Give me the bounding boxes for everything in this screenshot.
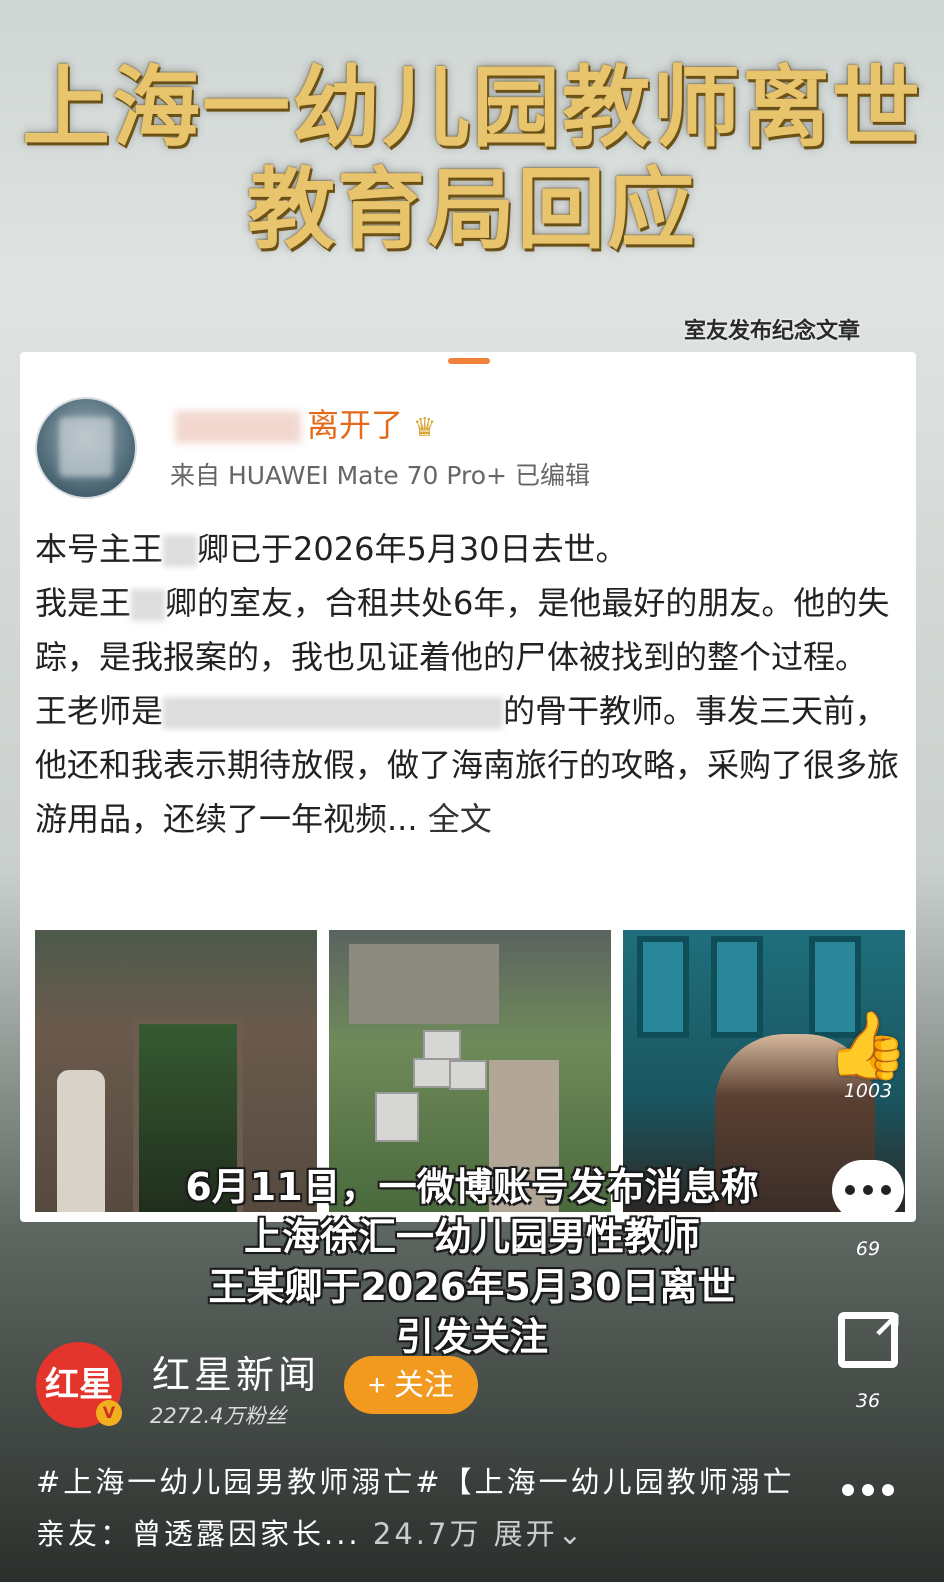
photo-window [711, 936, 763, 1038]
account-name[interactable]: 红星新闻 [152, 1344, 320, 1399]
video-caption-1: 6月11日，一微博账号发布消息称 [185, 1165, 759, 1209]
post-device: 来自 HUAWEI Mate 70 Pro+ 已编辑 [170, 461, 590, 490]
view-count: 24.7万 [372, 1517, 482, 1551]
weibo-post-card: 离开了 ♛ 来自 HUAWEI Mate 70 Pro+ 已编辑 本号主王 卿已于2… [20, 352, 916, 1222]
photo-ac-unit [375, 1092, 419, 1142]
paragraph-text: 本号主王 [35, 530, 164, 568]
video-caption-2: 上海徐汇一幼儿园男性教师 [243, 1215, 700, 1259]
paragraph-text: 我是王 [35, 584, 132, 622]
verified-badge-icon: V [96, 1400, 122, 1426]
school-mask [163, 697, 504, 729]
video-caption-4: 引发关注 [395, 1315, 548, 1359]
follow-button[interactable]: + 关注 [344, 1356, 478, 1414]
post-paragraph-2: 我是王 卿的室友，合租共处6年，是他最好的朋友。他的失踪，是我报案的，我也见证着他… [35, 576, 905, 684]
share-button[interactable]: ↗ 36 [826, 1303, 910, 1412]
headline-line-1: 上海一幼儿园教师离世 [21, 56, 922, 159]
avatar[interactable] [35, 397, 137, 499]
comment-count: 69 [855, 1238, 881, 1260]
account-fans: 2272.4万粉丝 [150, 1404, 287, 1428]
post-content: 本号主王 卿已于2026年5月30日去世。 我是王 卿的室友，合租共处6年，是他最好… [35, 522, 905, 846]
post-paragraph-1: 本号主王 卿已于2026年5月30日去世。 [35, 522, 905, 576]
username-mask [175, 411, 301, 443]
share-count: 36 [855, 1390, 881, 1412]
share-icon: ↗ [838, 1303, 903, 1368]
photo-ac-unit [413, 1058, 451, 1088]
expand-link[interactable]: 展开 [494, 1517, 558, 1551]
video-caption-3: 王某卿于2026年5月30日离世 [208, 1265, 736, 1309]
video-description[interactable]: #上海一幼儿园男教师溺亡#【上海一幼儿园教师溺亡亲友：曾透露因家长... 24.… [36, 1456, 806, 1560]
name-mask [163, 535, 198, 567]
comment-button[interactable]: 69 [826, 1160, 910, 1260]
photo-window [637, 936, 689, 1038]
comment-bubble-icon [832, 1160, 904, 1220]
photo-house [349, 944, 499, 1024]
paragraph-text: 王老师是 [35, 692, 164, 730]
like-button[interactable]: 👍 1003 [826, 1007, 910, 1103]
post-paragraph-3: 王老师是 的骨干教师。事发三天前，他还和我表示期待放假，做了海南旅行的攻略，采购了… [35, 684, 905, 846]
card-tab-indicator [448, 358, 490, 364]
full-text-link[interactable]: 全文 [428, 800, 492, 838]
chevron-down-icon: ⌄ [557, 1517, 585, 1551]
paragraph-text: 卿已于2026年5月30日去世。 [197, 530, 628, 568]
photo-ac-unit [423, 1030, 461, 1060]
crown-icon: ♛ [413, 413, 437, 443]
username-suffix: 离开了 [307, 406, 404, 444]
post-username[interactable]: 离开了 ♛ [175, 400, 436, 446]
thumbs-up-icon: 👍 [826, 1007, 910, 1084]
more-options-icon[interactable] [836, 1484, 900, 1496]
name-mask [131, 589, 166, 621]
avatar-blur [59, 417, 113, 477]
photo-ac-unit [449, 1060, 487, 1090]
headline-line-2: 教育局回应 [246, 158, 697, 261]
roommate-stamp: 室友发布纪念文章 [683, 319, 860, 344]
